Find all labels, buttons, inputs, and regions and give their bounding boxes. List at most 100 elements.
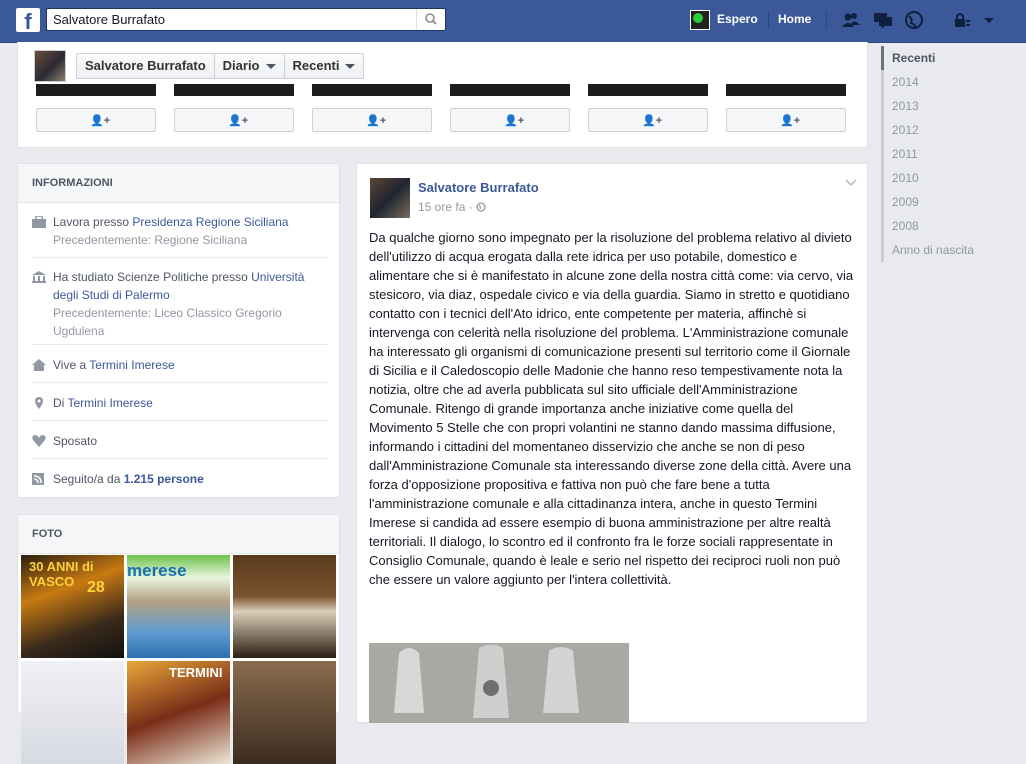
post-photo-graphic — [369, 643, 629, 723]
globe-icon — [476, 202, 486, 212]
top-navigation-bar: f Espero Home — [0, 0, 1026, 43]
education-prefix: Ha studiato Scienze Politiche presso — [53, 270, 252, 284]
search-input[interactable] — [53, 11, 413, 28]
house-icon — [32, 359, 46, 371]
user-avatar[interactable] — [690, 10, 710, 30]
from-prefix: Di — [53, 396, 68, 410]
from-link[interactable]: Termini Imerese — [67, 396, 152, 410]
user-profile-link[interactable]: Espero — [717, 12, 758, 26]
work-previous: Precedentemente: Regione Siciliana — [53, 233, 248, 247]
nav-divider — [768, 12, 769, 28]
post-card: Salvatore Burrafato 15 ore fa · Da qualc… — [356, 163, 868, 723]
globe-icon[interactable] — [904, 11, 924, 29]
photo-thumbnail[interactable] — [21, 661, 124, 764]
photo-thumbnail[interactable] — [233, 661, 336, 764]
work-link[interactable]: Presidenza Regione Siciliana — [132, 215, 288, 229]
post-time-text: 15 ore fa · — [418, 200, 477, 214]
breadcrumb-recenti-label: Recenti — [292, 58, 340, 73]
breadcrumb-diario[interactable]: Diario — [215, 54, 285, 78]
lives-prefix: Vive a — [53, 358, 90, 372]
add-friend-icon: 👤+ — [780, 115, 801, 127]
chevron-down-icon — [345, 63, 356, 69]
add-friend-button[interactable]: 👤+ — [726, 108, 846, 132]
timeline-year-nav: Recenti 2014 2013 2012 2011 2010 2009 20… — [881, 46, 1024, 262]
briefcase-icon — [32, 216, 46, 228]
year-item-2013[interactable]: 2013 — [884, 94, 1024, 118]
search-button[interactable] — [416, 9, 445, 30]
profile-avatar[interactable] — [34, 50, 66, 82]
facebook-logo-icon[interactable]: f — [16, 8, 40, 32]
photo-thumbnail[interactable]: 30 ANNI di VASCO 28 — [21, 555, 124, 658]
add-friend-button[interactable]: 👤+ — [450, 108, 570, 132]
photo-thumbnail[interactable] — [233, 555, 336, 658]
photo-caption: TERMINI — [169, 665, 223, 680]
year-item-birth[interactable]: Anno di nascita — [884, 238, 1024, 262]
divider — [32, 257, 328, 258]
photo-thumbnail[interactable]: merese — [127, 555, 230, 658]
post-body-text: Da qualche giorno sono impegnato per la … — [369, 230, 854, 587]
chevron-down-icon — [265, 63, 276, 69]
divider — [32, 382, 328, 383]
lives-link[interactable]: Termini Imerese — [89, 358, 174, 372]
profile-header-card: Salvatore Burrafato Diario Recenti 👤+ 👤+… — [17, 42, 868, 148]
education-text: Ha studiato Scienze Politiche presso Uni… — [53, 268, 333, 340]
friend-thumbnail[interactable] — [36, 84, 156, 96]
year-item-2009[interactable]: 2009 — [884, 190, 1024, 214]
friend-thumbnail[interactable] — [174, 84, 294, 96]
year-item-2010[interactable]: 2010 — [884, 166, 1024, 190]
photo-caption: merese — [127, 561, 187, 580]
breadcrumb: Salvatore Burrafato Diario Recenti — [76, 53, 365, 79]
year-item-2014[interactable]: 2014 — [884, 70, 1024, 94]
followers-prefix: Seguito/a da — [53, 472, 124, 486]
online-status-icon — [693, 13, 703, 23]
post-author-name[interactable]: Salvatore Burrafato — [418, 180, 539, 195]
post-timestamp[interactable]: 15 ore fa · — [418, 200, 486, 214]
friend-thumbnail[interactable] — [312, 84, 432, 96]
friend-thumbnail[interactable] — [450, 84, 570, 96]
add-friend-icon: 👤+ — [642, 115, 663, 127]
lives-text: Vive a Termini Imerese — [53, 356, 333, 374]
relationship-text: Sposato — [53, 434, 98, 448]
search-icon — [425, 13, 437, 25]
photo-thumbnail[interactable]: TERMINI — [127, 661, 230, 764]
year-item-2011[interactable]: 2011 — [884, 142, 1024, 166]
breadcrumb-recenti[interactable]: Recenti — [285, 54, 364, 78]
post-author-avatar[interactable] — [370, 178, 410, 218]
friend-thumbnail[interactable] — [588, 84, 708, 96]
settings-caret-icon[interactable] — [980, 11, 1000, 29]
breadcrumb-diario-label: Diario — [222, 58, 260, 73]
photo-caption-date: 28 — [87, 579, 105, 596]
nav-divider — [826, 12, 827, 28]
breadcrumb-profile-name[interactable]: Salvatore Burrafato — [77, 54, 215, 78]
work-prefix: Lavora presso — [53, 215, 133, 229]
year-item-2008[interactable]: 2008 — [884, 214, 1024, 238]
followers-link[interactable]: 1.215 persone — [124, 472, 204, 486]
add-friend-button[interactable]: 👤+ — [312, 108, 432, 132]
divider — [32, 420, 328, 421]
messages-icon[interactable] — [873, 11, 893, 29]
year-item-recenti[interactable]: Recenti — [881, 46, 1024, 70]
location-pin-icon — [35, 397, 43, 409]
education-previous: Precedentemente: Liceo Classico Gregorio… — [53, 306, 282, 338]
from-text: Di Termini Imerese — [53, 394, 333, 412]
divider — [32, 344, 328, 345]
year-item-2012[interactable]: 2012 — [884, 118, 1024, 142]
info-card-title: INFORMAZIONI — [18, 164, 339, 203]
photo-caption: 30 ANNI di VASCO — [29, 559, 94, 589]
post-photo[interactable] — [369, 643, 629, 723]
friend-thumbnail[interactable] — [726, 84, 846, 96]
friends-icon[interactable] — [841, 11, 861, 29]
lock-icon[interactable] — [952, 11, 972, 29]
add-friend-icon: 👤+ — [90, 115, 111, 127]
add-friend-button[interactable]: 👤+ — [36, 108, 156, 132]
info-card: INFORMAZIONI Lavora presso Presidenza Re… — [17, 163, 340, 498]
add-friend-button[interactable]: 👤+ — [588, 108, 708, 132]
photos-card: FOTO 30 ANNI di VASCO 28 merese TERMINI — [17, 514, 340, 764]
search-box[interactable] — [46, 8, 446, 31]
feed-icon — [32, 473, 44, 485]
chevron-down-icon[interactable] — [845, 179, 857, 187]
add-friend-icon: 👤+ — [366, 115, 387, 127]
add-friend-icon: 👤+ — [504, 115, 525, 127]
add-friend-button[interactable]: 👤+ — [174, 108, 294, 132]
home-link[interactable]: Home — [778, 12, 811, 26]
